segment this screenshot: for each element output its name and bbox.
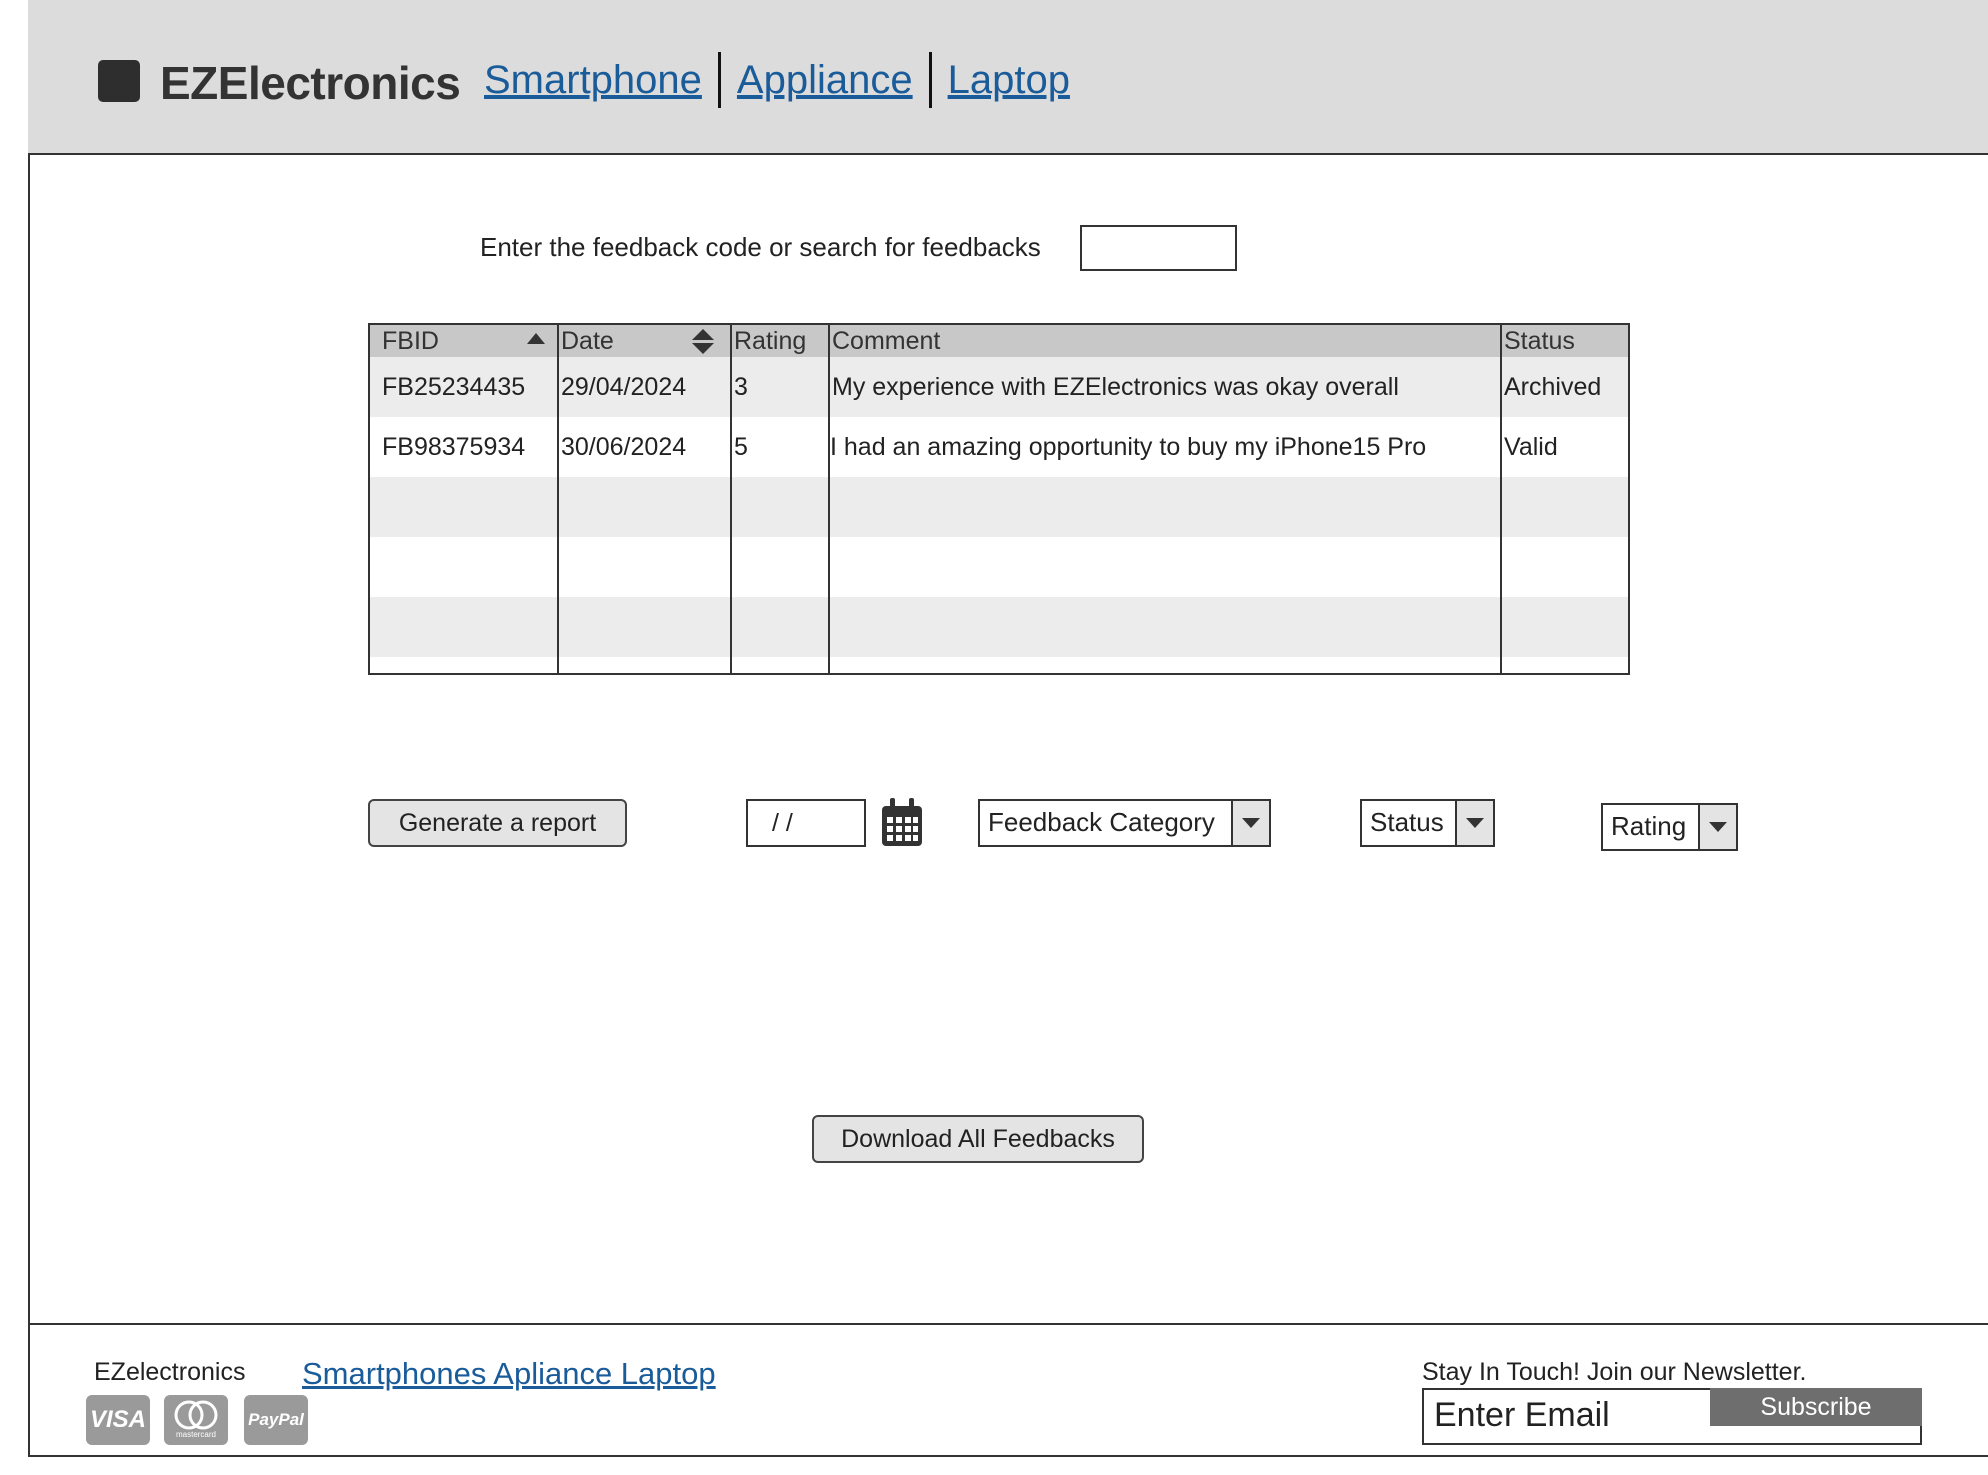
email-placeholder: Enter Email <box>1434 1396 1610 1434</box>
column-header-comment[interactable]: Comment <box>832 325 940 357</box>
download-all-feedbacks-button[interactable]: Download All Feedbacks <box>812 1115 1144 1163</box>
column-header-status[interactable]: Status <box>1504 325 1575 357</box>
cell-comment: I had an amazing opportunity to buy my i… <box>830 433 1427 461</box>
cell-rating: 3 <box>734 373 748 401</box>
mastercard-circles-icon <box>174 1400 218 1430</box>
subscribe-button[interactable]: Subscribe <box>1710 1388 1922 1426</box>
column-divider <box>1500 325 1502 673</box>
column-header-date[interactable]: Date <box>561 325 614 357</box>
cell-fbid: FB25234435 <box>382 373 526 401</box>
mastercard-icon: mastercard <box>164 1395 228 1445</box>
feedback-category-label: Feedback Category <box>988 807 1215 837</box>
chevron-down-icon[interactable] <box>1231 801 1269 845</box>
top-nav: Smartphone Appliance Laptop <box>478 52 1076 108</box>
chevron-down-icon[interactable] <box>1455 801 1493 845</box>
column-header-rating[interactable]: Rating <box>734 325 806 357</box>
cell-rating: 5 <box>734 433 748 461</box>
nav-link-laptop[interactable]: Laptop <box>942 58 1076 103</box>
sort-toggle-icon[interactable] <box>692 329 714 355</box>
cell-date: 29/04/2024 <box>561 373 687 401</box>
feedback-category-select[interactable]: Feedback Category <box>978 799 1271 847</box>
nav-divider <box>717 52 721 108</box>
nav-divider <box>928 52 932 108</box>
footer-brand: EZelectronics <box>94 1358 246 1386</box>
calendar-icon[interactable] <box>880 798 924 848</box>
feedback-table: FBID Date Rating Comment Status FB252344… <box>368 323 1630 675</box>
cell-date: 30/06/2024 <box>561 433 687 461</box>
date-input[interactable]: / / <box>746 799 866 847</box>
rating-label: Rating <box>1611 811 1687 841</box>
footer-links[interactable]: Smartphones Apliance Laptop <box>302 1356 716 1392</box>
rating-select[interactable]: Rating <box>1601 803 1738 851</box>
status-label: Status <box>1370 807 1444 837</box>
nav-link-appliance[interactable]: Appliance <box>731 58 919 103</box>
page-frame <box>28 0 1988 1457</box>
sort-ascending-icon[interactable] <box>527 333 545 344</box>
cell-fbid: FB98375934 <box>382 433 526 461</box>
generate-report-button[interactable]: Generate a report <box>368 799 627 847</box>
newsletter-label: Stay In Touch! Join our Newsletter. <box>1422 1358 1807 1386</box>
search-label: Enter the feedback code or search for fe… <box>480 232 1041 262</box>
status-select[interactable]: Status <box>1360 799 1495 847</box>
mastercard-label: mastercard <box>175 1430 216 1439</box>
cell-comment: My experience with EZElectronics was oka… <box>832 373 1399 401</box>
column-divider <box>828 325 830 673</box>
cell-status: Archived <box>1504 373 1602 401</box>
brand-title[interactable]: EZElectronics <box>160 56 461 110</box>
paypal-icon: PayPal <box>244 1395 308 1445</box>
header: EZElectronics Smartphone Appliance Lapto… <box>28 0 1988 155</box>
visa-icon: VISA <box>86 1395 150 1445</box>
logo-icon <box>98 60 140 102</box>
chevron-down-icon[interactable] <box>1698 805 1736 849</box>
cell-status: Valid <box>1504 433 1558 461</box>
column-header-fbid[interactable]: FBID <box>382 325 439 357</box>
column-divider <box>730 325 732 673</box>
search-input[interactable] <box>1080 225 1237 271</box>
nav-link-smartphone[interactable]: Smartphone <box>478 58 708 103</box>
footer-divider <box>28 1323 1988 1325</box>
column-divider <box>557 325 559 673</box>
